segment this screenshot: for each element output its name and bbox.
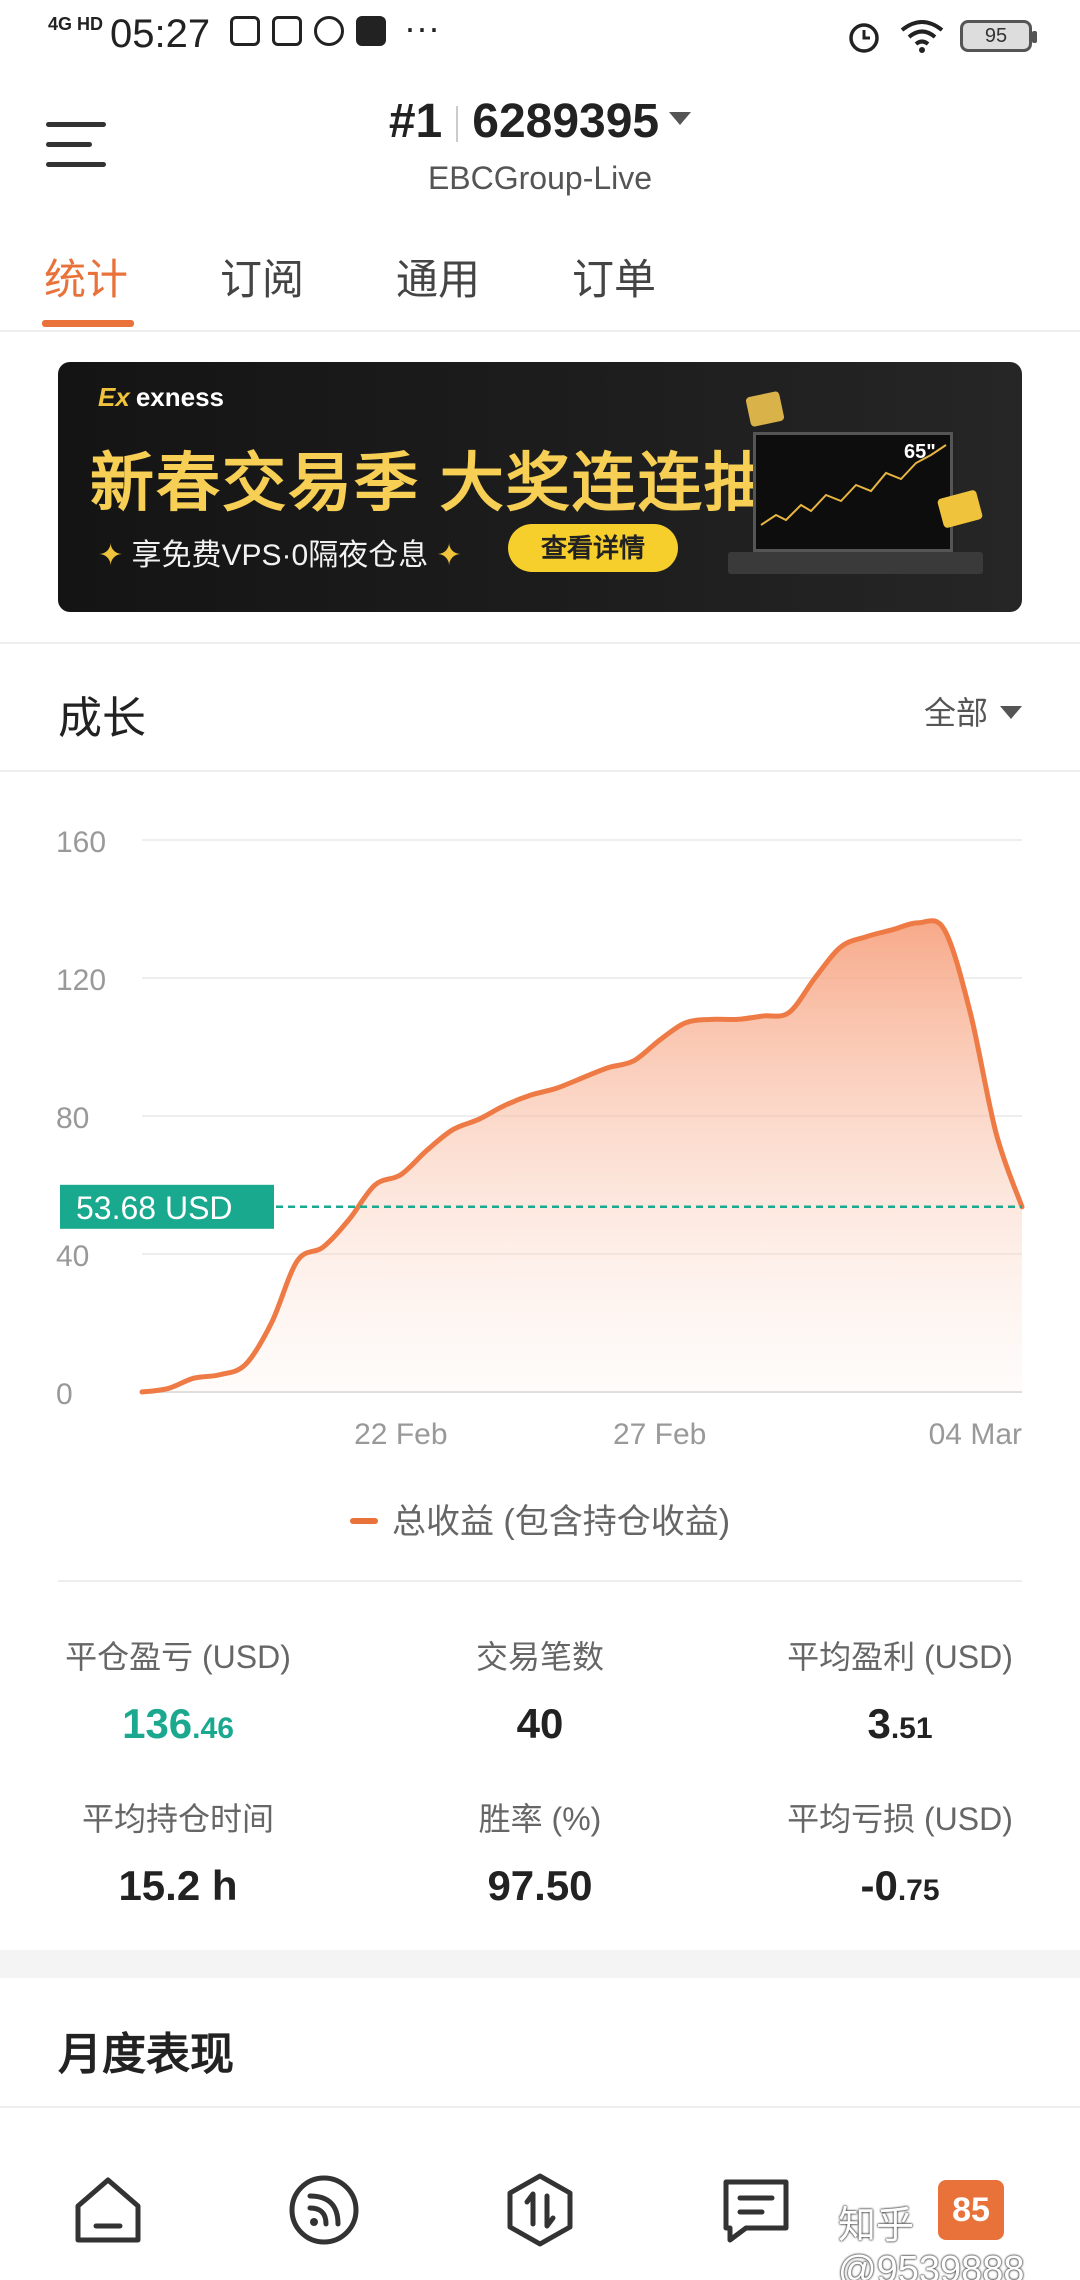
stat-avg-profit: 平均盈利 (USD) 3.51: [740, 1632, 1060, 1748]
dropdown-caret-icon: [669, 111, 692, 125]
stat-value: 40: [516, 1700, 564, 1747]
message-icon: [356, 16, 386, 46]
tv-image: 65": [753, 432, 953, 552]
banner-subtitle: ✦ 享免费VPS·0隔夜仓息 ✦: [98, 539, 462, 572]
server-name: EBCGroup-Live: [427, 160, 653, 196]
account-rank: #1: [388, 95, 443, 148]
x-tick-label: 22 Feb: [354, 1418, 447, 1451]
monthly-performance-title: 月度表现: [58, 2030, 234, 2079]
stat-win-rate: 胜率 (%) 97.50: [380, 1794, 700, 1910]
mail-icon: [272, 16, 302, 46]
promo-banner[interactable]: Ex exness 新春交易季 大奖连连抽 ✦ 享免费VPS·0隔夜仓息 ✦ 查看…: [58, 362, 1022, 612]
stat-value: 15.2 h: [118, 1862, 238, 1909]
status-bar: 4G HD 05:27 ··· 95: [0, 0, 1080, 72]
app-header: #1 6289395 EBCGroup-Live: [0, 72, 1080, 212]
wechat-icon: [314, 16, 344, 46]
nav-messages[interactable]: [716, 2170, 796, 2250]
trade-icon: [507, 2173, 573, 2247]
stat-avg-hold-time: 平均持仓时间 15.2 h: [18, 1794, 338, 1910]
dropdown-caret-icon: [1000, 706, 1022, 720]
stat-value: 3.51: [867, 1700, 933, 1747]
notification-icons: ···: [230, 7, 440, 48]
notification-icon: [230, 16, 260, 46]
growth-chart[interactable]: 0 40 80 120 160 53.68 USD 22 Feb 27 Feb 04 Mar: [0, 772, 1080, 1452]
signal-icon: [289, 2175, 359, 2245]
section-divider: [0, 642, 1080, 644]
stat-value: 136.46: [122, 1700, 234, 1747]
network-indicator: 4G HD: [48, 14, 104, 34]
more-notifications-icon: ···: [404, 7, 440, 48]
tab-bar: 统计 订阅 通用 订单: [0, 232, 1080, 332]
tab-general[interactable]: 通用: [396, 246, 480, 307]
account-selector[interactable]: #1 6289395: [0, 94, 1080, 149]
legend-swatch: [349, 1518, 378, 1525]
alarm-icon: [849, 23, 879, 53]
growth-title: 成长: [58, 694, 146, 743]
period-filter[interactable]: 全部: [924, 688, 1022, 734]
y-tick-label: 80: [56, 1102, 89, 1135]
y-tick-label: 0: [56, 1378, 73, 1411]
nav-home[interactable]: [68, 2170, 148, 2250]
tab-subscribe[interactable]: 订阅: [220, 246, 304, 307]
watermark: 知乎 @9539888: [838, 2205, 1025, 2280]
tab-orders[interactable]: 订单: [572, 246, 656, 307]
stat-trade-count: 交易笔数 40: [380, 1632, 700, 1748]
battery-indicator: 95: [960, 20, 1037, 52]
y-tick-label: 160: [56, 826, 106, 859]
message-icon: [723, 2179, 789, 2243]
gift-icon: [745, 390, 785, 428]
reference-marker-label: 53.68 USD: [76, 1190, 233, 1226]
tab-statistics[interactable]: 统计: [44, 246, 128, 307]
nav-signals[interactable]: [284, 2170, 364, 2250]
nav-trade[interactable]: [500, 2170, 580, 2250]
stat-avg-loss: 平均亏损 (USD) -0.75: [740, 1794, 1060, 1910]
account-id: 6289395: [472, 95, 660, 148]
x-tick-label: 04 Mar: [929, 1418, 1022, 1451]
tv-stand: [728, 552, 983, 574]
y-tick-label: 40: [56, 1240, 89, 1273]
stats-divider: [58, 1580, 1022, 1582]
y-tick-label: 120: [56, 964, 106, 997]
stat-value: 97.50: [487, 1862, 593, 1909]
banner-details-button[interactable]: 查看详情: [508, 524, 678, 572]
bottom-nav: 85 知乎 @9539888: [0, 2134, 1080, 2280]
status-time: 05:27: [110, 12, 211, 56]
wifi-icon: [900, 20, 944, 53]
banner-title: 新春交易季 大奖连连抽: [90, 447, 770, 519]
section-divider: [0, 1950, 1080, 1978]
stat-value: -0.75: [860, 1862, 940, 1909]
x-tick-label: 27 Feb: [613, 1418, 706, 1451]
section-divider: [0, 2106, 1080, 2108]
stat-closed-pnl: 平仓盈亏 (USD) 136.46: [18, 1632, 338, 1748]
active-tab-indicator: [42, 320, 134, 327]
exness-logo: Ex exness: [98, 382, 224, 412]
chart-legend: 总收益 (包含持仓收益): [0, 1494, 1080, 1543]
home-icon: [75, 2177, 141, 2243]
